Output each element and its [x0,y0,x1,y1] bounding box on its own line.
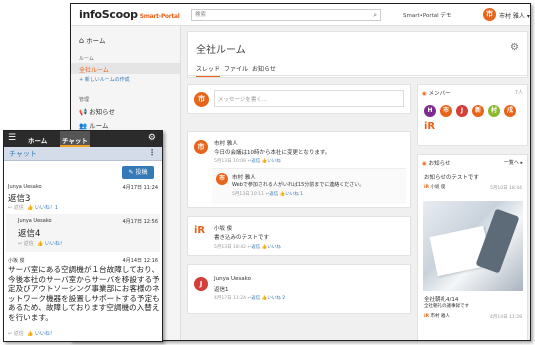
like-link[interactable]: いいね [267,159,281,164]
notices-title: ◉ お知らせ [422,161,451,167]
search-icon[interactable]: ⌕ [373,10,377,20]
chat-body: サーバ室にある空調機が１台故障しており、今後本社のサーバ室からサーバを移設する予… [8,265,160,322]
notice-meta: iR 市村 雅人 [424,314,450,319]
user-menu[interactable]: 市村 雅人 ▾ [499,11,530,20]
admin-heading: 管理 [79,97,90,103]
notices-more-link[interactable]: 一覧へ ▸ [504,159,523,166]
notices-panel: ◉ お知らせ 一覧へ ▸ お知らせのテストです iR 小坂 俊 5月10日 18… [417,154,528,340]
avatar: 市 [194,140,208,154]
tab-files[interactable]: ファイル [224,64,248,73]
megaphone-icon: 📢 [79,108,88,116]
room-header: 全社ルーム ⚙ スレッド ファイル お知らせ [187,31,528,78]
notice-title[interactable]: お知らせのテストです [424,173,479,181]
gear-icon[interactable]: ⚙ [510,42,519,53]
member-avatar[interactable]: H [424,105,436,117]
post-meta: 5月13日 18:42 ↩返信 👍いいね [214,245,281,250]
post-meta: 4月17日 11:24 ↩返信 👍いいね 2 [214,296,286,301]
divider [188,75,527,76]
reply-meta: 5月13日 10:11 ↩返信 👍いいね 1 [232,192,304,197]
logo-text: infoScoop [79,8,138,21]
notice-image[interactable] [423,201,523,291]
notice-desc: 全社朝礼の議事録です [424,304,469,309]
user-avatar[interactable]: 市 [483,8,496,21]
rooms-heading: ルーム [79,56,94,62]
org-logo-icon: iR [194,225,206,236]
post-body: 返信1 [214,287,229,293]
hamburger-icon[interactable]: ☰ [8,133,16,143]
members-panel: ◉ メンバー 7人 H 市 J 新 村 戌 iR [417,84,528,146]
search-placeholder: 検索 [195,12,207,18]
gear-icon[interactable]: ⚙ [148,133,156,143]
notice-title[interactable]: 全社朝礼4/14 [424,295,458,303]
chat-date: 4月14日 12:16 [122,258,158,264]
users-icon: 👥 [79,122,88,130]
org-logo-icon[interactable]: iR [424,121,435,132]
chat-actions: ↩ 返信 👍 いいね！1 [8,205,58,211]
chat-date: 4月17日 12:56 [122,219,158,225]
member-avatar[interactable]: 市 [440,105,452,117]
search-input[interactable]: 検索 ⌕ [191,9,381,21]
chat-header: チャット ⋮ [4,147,162,161]
post-meta: 5月13日 10:08 ↩返信 👍いいね [214,159,281,164]
mobile-nav: ☰ ホーム チャット ⚙ [4,131,162,147]
member-avatar[interactable]: 戌 [504,105,516,117]
thread-card: 市 市村 雅人 今日の会議は10時から本社に変更となります。 5月13日 10:… [187,131,411,208]
avatar: J [194,277,208,291]
home-icon: ⌂ [79,36,85,45]
post-author[interactable]: 市村 雅人 [214,139,238,147]
logo-sub: Smart-Portal [139,13,180,20]
top-bar: infoScoop Smart-Portal 検索 ⌕ Smart•Portal デ… [71,4,530,26]
tab-home[interactable]: ホーム [28,135,47,145]
chat-body: 返信3 [8,194,31,204]
thread-card: J Junya Uesako 返信1 4月17日 11:24 ↩返信 👍いいね … [187,264,411,314]
mobile-window: ☰ ホーム チャット ⚙ チャット ⋮ ✎ 投稿 Junya Uesako 4月… [3,130,163,342]
notice-date: 4月14日 11:28 [490,315,522,320]
portal-selector[interactable]: Smart•Portal デモ [403,11,451,19]
tab-chat[interactable]: チャット [62,135,88,145]
post-author[interactable]: 小坂 俊 [214,224,232,232]
post-button[interactable]: ✎ 投稿 [122,166,154,179]
members-count: 7人 [514,90,523,96]
thread-card: iR 小坂 俊 書き込みのテストです 5月13日 18:42 ↩返信 👍いいね [187,216,411,256]
post-body: 今日の会議は10時から本社に変更となります。 [214,150,331,156]
chat-date: 4月17日 11:24 [122,185,158,191]
chat-actions: ↩ 返信 👍 いいね！ [18,241,65,247]
sidebar-item-company-room[interactable]: 全社ルーム [79,65,109,74]
chat-body: 返信4 [18,229,41,239]
chat-actions: ↩ 返信 👍 いいね！ [8,331,55,337]
main-area: 全社ルーム ⚙ スレッド ファイル お知らせ 市 メッセージを書く... 市 市… [181,26,530,340]
avatar: 市 [216,173,228,185]
chat-author[interactable]: 小坂 俊 [8,257,25,264]
room-title: 全社ルーム [196,45,246,56]
sidebar-item-home[interactable]: ⌂ ホーム [79,35,105,45]
reply-author[interactable]: 市村 雅人 [232,173,256,181]
more-vert-icon[interactable]: ⋮ [148,148,156,157]
member-avatar[interactable]: 新 [472,105,484,117]
notice-date: 5月10日 18:44 [490,186,522,191]
reply-link[interactable]: 返信 [251,159,260,164]
chat-author[interactable]: Junya Uesako [18,218,52,224]
reply-body: Webで参加される人がいれば15分前までに連絡ください。 [232,182,365,188]
app-logo[interactable]: infoScoop Smart-Portal [79,8,180,21]
message-input[interactable]: メッセージを書く... [214,90,404,107]
avatar: 市 [194,92,209,107]
sidebar-item-notices[interactable]: 📢 お知らせ [79,106,115,116]
compose-box: 市 メッセージを書く... [187,84,411,114]
reply-block: 市 市村 雅人 Webで参加される人がいれば15分前までに連絡ください。 5月1… [212,168,406,204]
sidebar-item-rooms[interactable]: 👥 ルーム [79,120,108,130]
post-body: 書き込みのテストです [214,235,270,241]
notice-meta: iR 小坂 俊 [424,185,446,190]
members-title: ◉ メンバー [422,91,451,97]
member-avatar[interactable]: J [456,105,468,117]
tab-notices[interactable]: お知らせ [252,64,276,73]
chat-title: チャット [9,150,37,158]
new-room-link[interactable]: + 新しいルームの作成 [79,76,130,83]
post-author[interactable]: Junya Uesako [214,276,251,282]
chat-author[interactable]: Junya Uesako [8,184,42,190]
member-avatar[interactable]: 村 [488,105,500,117]
